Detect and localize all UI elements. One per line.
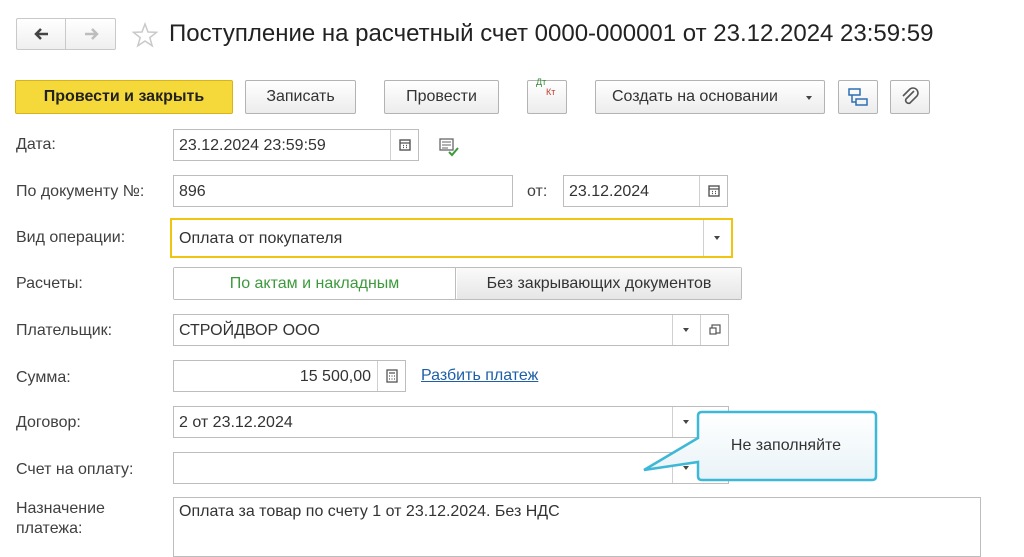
arrow-right-icon [85,28,99,40]
settlements-label: Расчеты: [16,275,83,292]
document-history-icon[interactable] [438,137,460,157]
create-based-on-label: Создать на основании [612,88,778,105]
payment-purpose-value: Оплата за товар по счету 1 от 23.12.2024… [179,503,560,520]
dropdown-button[interactable] [672,315,700,345]
settlements-switch: По актам и накладным Без закрывающих док… [173,267,742,300]
payer-label: Плательщик: [16,322,113,339]
page-title: Поступление на расчетный счет 0000-00000… [169,20,934,47]
calendar-icon [399,139,411,151]
payer-field[interactable]: СТРОЙДВОР ООО [173,314,729,346]
chevron-down-icon [683,328,689,332]
settlements-option-by-acts[interactable]: По актам и накладным [174,268,456,299]
calculator-button[interactable] [377,361,405,391]
paperclip-icon [902,87,919,105]
dropdown-button[interactable] [703,220,731,256]
post-and-close-button[interactable]: Провести и закрыть [15,80,233,114]
create-based-on-button[interactable]: Создать на основании [595,80,825,114]
save-button[interactable]: Записать [245,80,356,114]
doc-number-label: По документу №: [16,183,145,200]
doc-number-input[interactable]: 896 [173,175,513,207]
post-button[interactable]: Провести [384,80,499,114]
from-date-field[interactable]: 23.12.2024 [563,175,728,207]
from-date-value: 23.12.2024 [569,183,650,200]
back-button[interactable] [17,19,66,49]
document-structure-button[interactable] [838,80,878,114]
amount-field[interactable]: 15 500,00 [173,360,406,392]
date-field[interactable]: 23.12.2024 23:59:59 [173,129,419,161]
operation-type-label: Вид операции: [16,229,126,246]
payment-purpose-label-line1: Назначение [16,500,105,517]
contract-value: 2 от 23.12.2024 [179,414,293,431]
date-label: Дата: [16,136,56,153]
calendar-button[interactable] [699,176,727,206]
dt-kt-button[interactable]: Дт Кт [527,77,567,114]
amount-label: Сумма: [16,369,71,386]
settlements-option-no-docs[interactable]: Без закрывающих документов [457,268,741,299]
amount-value: 15 500,00 [299,368,371,385]
dt-kt-icon: Дт [536,77,547,87]
open-button[interactable] [700,315,728,345]
calendar-button[interactable] [390,130,418,160]
date-value: 23.12.2024 23:59:59 [179,137,326,154]
calendar-icon [708,185,720,197]
payment-purpose-label-line2: платежа: [16,520,83,537]
payment-purpose-textarea[interactable]: Оплата за товар по счету 1 от 23.12.2024… [173,497,981,557]
operation-type-select[interactable]: Оплата от покупателя [170,218,733,258]
calculator-icon [386,369,398,383]
chevron-down-icon [806,96,812,100]
document-structure-icon [848,88,868,106]
chevron-down-icon [714,236,720,240]
nav-buttons-group [16,18,116,50]
forward-button[interactable] [67,19,116,49]
star-icon[interactable] [132,22,158,48]
contract-label: Договор: [16,414,81,431]
attach-file-button[interactable] [890,80,930,114]
invoice-label: Счет на оплату: [16,461,134,478]
arrow-left-icon [34,28,48,40]
from-date-label: от: [527,183,548,200]
split-payment-link[interactable]: Разбить платеж [421,366,538,386]
doc-number-value: 896 [179,183,206,200]
open-in-window-icon [709,324,721,335]
callout-text: Не заполняйте [730,437,842,454]
payer-value: СТРОЙДВОР ООО [179,322,320,339]
operation-type-value: Оплата от покупателя [179,230,343,247]
kt-label: Кт [546,87,556,97]
